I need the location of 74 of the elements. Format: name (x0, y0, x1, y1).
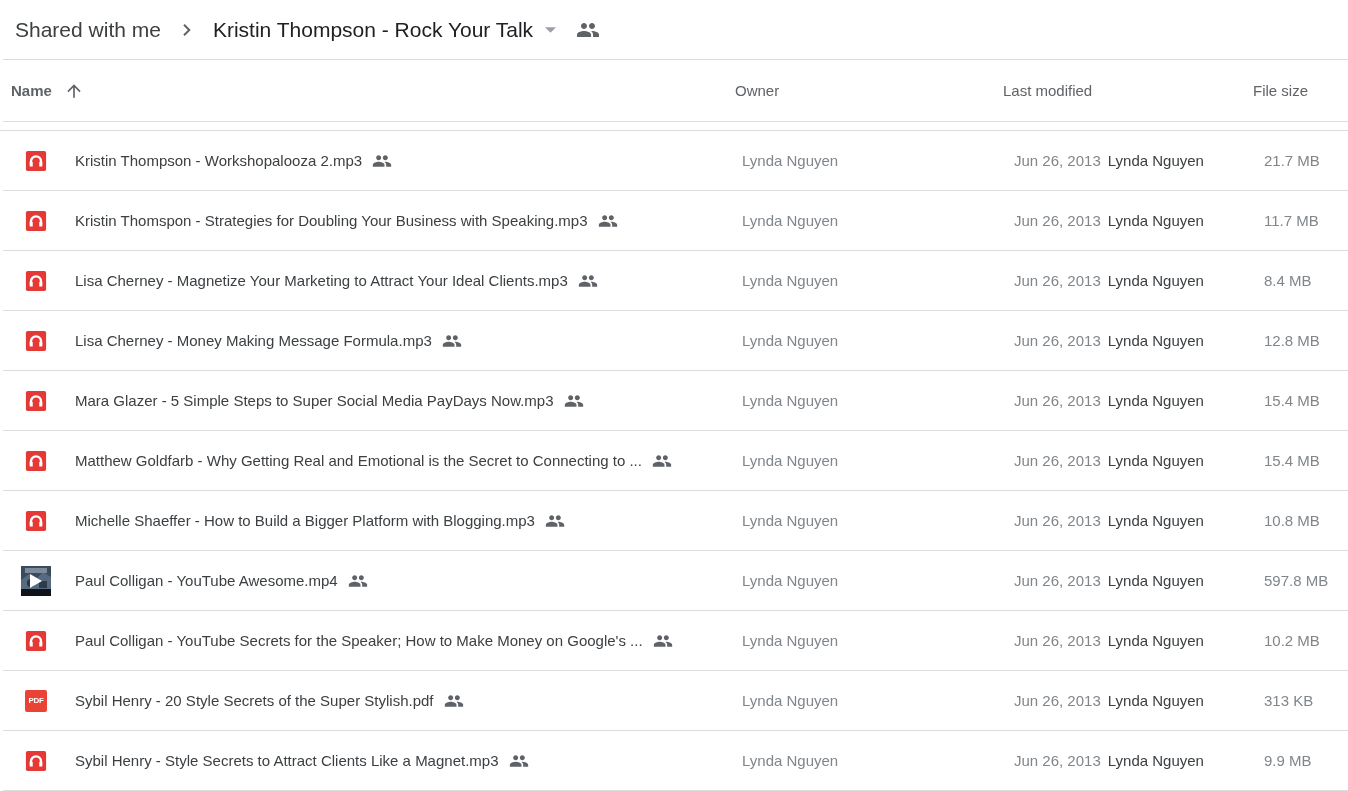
owner-name: Lynda Nguyen (742, 392, 839, 409)
modified-date: Jun 26, 2013 (1014, 632, 1101, 649)
file-size: 10.8 MB (1264, 512, 1320, 529)
headphones-file-icon (25, 209, 47, 232)
file-name[interactable]: Lisa Cherney - Money Making Message Formula.mp3 (75, 332, 432, 349)
file-name[interactable]: Kristin Thompson - Workshopalooza 2.mp3 (75, 152, 363, 169)
file-size: 11.7 MB (1264, 212, 1319, 229)
headphones-file-icon (25, 449, 47, 472)
modified-date: Jun 26, 2013 (1014, 272, 1101, 289)
modified-date: Jun 26, 2013 (1014, 752, 1101, 769)
owner-name: Lynda Nguyen (742, 212, 839, 229)
modified-by: Lynda Nguyen (1107, 272, 1204, 289)
modified-date: Jun 26, 2013 (1014, 452, 1101, 469)
modified-by: Lynda Nguyen (1107, 572, 1204, 589)
owner-name: Lynda Nguyen (742, 512, 839, 529)
owner-name: Lynda Nguyen (742, 692, 839, 709)
file-size: 21.7 MB (1264, 152, 1320, 169)
headphones-file-icon (25, 629, 47, 652)
dropdown-caret-icon (545, 26, 557, 33)
owner-name: Lynda Nguyen (742, 152, 839, 169)
column-header[interactable]: File size (1253, 80, 1308, 101)
modified-by: Lynda Nguyen (1107, 152, 1204, 169)
modified-date: Jun 26, 2013 (1014, 392, 1101, 409)
headphones-file-icon (25, 329, 47, 352)
chevron-right-icon (182, 23, 191, 36)
file-name[interactable]: Lisa Cherney - Magnetize Your Marketing to Attract Your Ideal Clients.mp3 (75, 272, 568, 289)
file-name[interactable]: Michelle Shaeffer - How to Build a Bigger Platform with Blogging.mp3 (75, 512, 535, 529)
modified-by: Lynda Nguyen (1107, 512, 1204, 529)
modified-by: Lynda Nguyen (1107, 332, 1204, 349)
file-name[interactable]: Mara Glazer - 5 Simple Steps to Super Social Media PayDays Now.mp3 (75, 392, 554, 409)
modified-by: Lynda Nguyen (1107, 752, 1204, 769)
file-size: 12.8 MB (1264, 332, 1320, 349)
owner-name: Lynda Nguyen (742, 272, 839, 289)
file-size: 597.8 MB (1264, 572, 1329, 589)
headphones-file-icon (25, 389, 47, 412)
column-header[interactable]: Last modified (1003, 80, 1093, 101)
modified-date: Jun 26, 2013 (1014, 512, 1101, 529)
modified-date: Jun 26, 2013 (1014, 332, 1101, 349)
file-name[interactable]: Matthew Goldfarb - Why Getting Real and Emotional is the Secret to Connecting to ... (75, 452, 642, 469)
file-size: 15.4 MB (1264, 452, 1320, 469)
file-size: 8.4 MB (1264, 272, 1312, 289)
owner-name: Lynda Nguyen (742, 632, 839, 649)
file-name[interactable]: Sybil Henry - 20 Style Secrets of the Super Stylish.pdf (75, 692, 434, 709)
file-size: 10.2 MB (1264, 632, 1320, 649)
file-name[interactable]: Paul Colligan - YouTube Secrets for the Speaker; How to Make Money on Google's ... (75, 632, 643, 649)
modified-by: Lynda Nguyen (1107, 392, 1204, 409)
column-header[interactable]: Name (11, 80, 52, 101)
modified-date: Jun 26, 2013 (1014, 692, 1101, 709)
modified-by: Lynda Nguyen (1107, 632, 1204, 649)
modified-by: Lynda Nguyen (1107, 452, 1204, 469)
pdf-file-icon: PDF (25, 689, 47, 712)
file-name[interactable]: Sybil Henry - Style Secrets to Attract Clients Like a Magnet.mp3 (75, 752, 499, 769)
owner-name: Lynda Nguyen (742, 332, 839, 349)
headphones-file-icon (25, 509, 47, 532)
file-size: 313 KB (1264, 692, 1314, 709)
play-icon (30, 573, 42, 588)
modified-date: Jun 26, 2013 (1014, 572, 1101, 589)
owner-name: Lynda Nguyen (742, 572, 839, 589)
file-name[interactable]: Kristin Thomspon - Strategies for Doubling Your Business with Speaking.mp3 (75, 212, 588, 229)
folder-title[interactable]: Kristin Thompson - Rock Your Talk (212, 13, 534, 46)
file-name[interactable]: Paul Colligan - YouTube Awesome.mp4 (75, 572, 338, 589)
file-size: 15.4 MB (1264, 392, 1320, 409)
breadcrumb-link[interactable]: Shared with me (15, 13, 161, 46)
headphones-file-icon (25, 149, 47, 172)
modified-by: Lynda Nguyen (1107, 692, 1204, 709)
file-size: 9.9 MB (1264, 752, 1312, 769)
headphones-file-icon (25, 269, 47, 292)
headphones-file-icon (25, 749, 47, 772)
modified-by: Lynda Nguyen (1107, 212, 1204, 229)
modified-date: Jun 26, 2013 (1014, 212, 1101, 229)
modified-date: Jun 26, 2013 (1014, 152, 1101, 169)
owner-name: Lynda Nguyen (742, 752, 839, 769)
column-header[interactable]: Owner (735, 80, 780, 101)
owner-name: Lynda Nguyen (742, 452, 839, 469)
